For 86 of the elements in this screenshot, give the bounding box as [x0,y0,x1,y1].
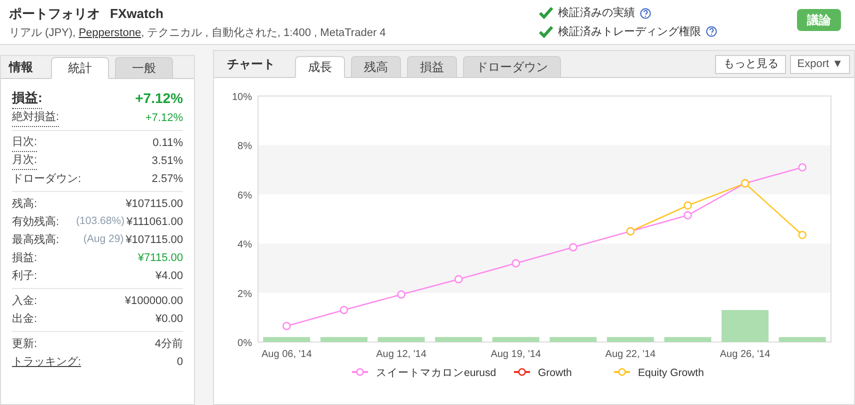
bar [492,337,540,342]
stat-value: +7.12% [135,89,183,108]
help-icon[interactable] [640,8,651,19]
stat-value: ¥107115.00 [126,196,183,212]
stat-label: 出金: [12,312,38,327]
axis-label: Aug 12, '14 [376,349,426,360]
verification-label: 検証済みトレーディング権限 [558,24,701,40]
stat-value: ¥111061.00 [126,214,183,230]
stat-value: ¥7115.00 [138,250,183,266]
stat-label: 月次: [12,152,38,170]
stat-value: 0.11% [152,136,183,151]
legend-marker [514,368,530,376]
axis-label: 8% [238,141,252,152]
data-point [684,211,692,220]
data-point [512,259,520,268]
bar [778,337,826,342]
legend-label[interactable]: スイートマカロンeurusd [376,367,496,379]
data-point [798,230,806,240]
account-info: , テクニカル , 自動化された, 1:400 , MetaTrader 4 [141,26,386,40]
tab[interactable]: 統計 [51,57,109,79]
panel-heading: チャート [227,56,275,73]
bar [606,337,654,342]
portfolio-name: FXwatch [110,5,164,23]
tab[interactable]: 一般 [115,57,173,79]
panel-heading: 情報 [9,59,33,76]
help-icon[interactable] [706,26,717,38]
more-button[interactable]: もっと見る [715,54,786,74]
axis-label: 4% [238,240,252,251]
tab[interactable]: 損益 [407,56,457,78]
stat-value: ¥100000.00 [124,294,183,309]
bar [664,337,712,342]
bar [550,337,597,342]
data-point [569,243,578,252]
data-point [684,201,692,210]
stat-label: 最高残高: [12,232,60,248]
stat-label: 損益: [12,88,42,109]
tab[interactable]: 成長 [295,56,345,78]
broker-link[interactable]: Pepperstone [78,24,142,41]
tab[interactable]: ドローダウン [463,56,561,78]
data-point [454,275,463,284]
stat-value: ¥0.00 [155,312,183,327]
axis-label: Aug 19, '14 [490,349,541,360]
tab[interactable]: 残高 [351,56,401,78]
stat-label: トラッキング: [12,354,82,370]
stat-value: 0 [176,354,183,370]
stat-value: 3.51% [152,154,183,169]
stat-label: 利子: [12,268,38,284]
axis-label: 2% [238,288,252,300]
data-point [397,290,406,299]
stat-value: 4分前 [154,336,183,352]
axis-label: 0% [238,338,252,349]
bar [722,310,769,342]
axis-label: Aug 22, '14 [605,349,656,360]
stat-label: 絶対損益: [12,109,60,127]
bar [263,337,310,342]
axis-label: Aug 06, '14 [262,349,312,360]
data-point [340,306,348,314]
axis-label: 6% [238,190,252,202]
stat-note: (Aug 29) [83,232,124,248]
bar [320,337,368,342]
stat-label: 入金: [12,294,38,309]
stat-value: 2.57% [152,172,183,187]
stat-label: 有効残高: [12,214,60,230]
axis-label: 10% [232,92,252,103]
stat-label: 更新: [12,336,38,352]
data-point [282,322,291,330]
stat-label: 損益: [12,250,38,266]
stat-label: 残高: [12,196,38,212]
page-title: ポートフォリオ [9,5,100,23]
stat-label: 日次: [12,134,38,152]
stat-value: ¥107115.00 [126,232,183,248]
legend-marker [352,368,368,376]
stat-label: ドローダウン: [12,172,82,187]
account-info: リアル (JPY), [9,26,77,40]
legend-marker [614,368,630,376]
stat-note: (103.68%) [76,214,125,230]
bar [378,337,425,342]
legend-label[interactable]: Growth [538,367,572,379]
axis-label: Aug 26, '14 [720,349,770,360]
bar [435,337,482,342]
export-button[interactable]: Export ▼ [790,54,850,74]
stat-value: ¥4.00 [155,268,183,284]
verification-label: 検証済みの実績 [558,6,635,21]
data-point [798,163,806,172]
legend-label[interactable]: Equity Growth [638,367,704,379]
stat-value: +7.12% [145,110,183,126]
